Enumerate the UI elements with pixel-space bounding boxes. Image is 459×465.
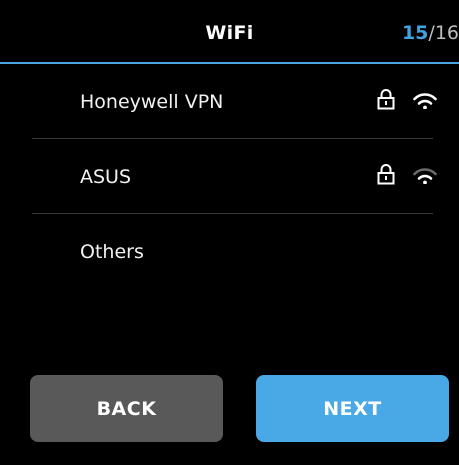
page-title: WiFi [205,22,254,44]
header: WiFi 15/16 [0,0,459,62]
wifi-network-item[interactable]: ASUS [0,139,459,214]
wifi-network-item-others[interactable]: Others [0,214,459,289]
wifi-network-list: Honeywell VPN ASUS Others [0,64,459,289]
wifi-signal-icon [413,93,437,109]
page-current: 15 [401,22,429,44]
lock-icon [377,89,395,110]
page-counter: 15/16 [402,22,459,44]
wifi-network-name: Honeywell VPN [80,91,224,113]
lock-icon [377,164,395,185]
wifi-signal-icon [413,168,437,184]
back-button[interactable]: BACK [30,375,223,442]
next-button[interactable]: NEXT [256,375,449,442]
wifi-network-name: ASUS [80,166,132,188]
wifi-network-name: Others [80,241,144,263]
wifi-network-item[interactable]: Honeywell VPN [0,64,459,139]
page-total: 16 [434,22,459,44]
